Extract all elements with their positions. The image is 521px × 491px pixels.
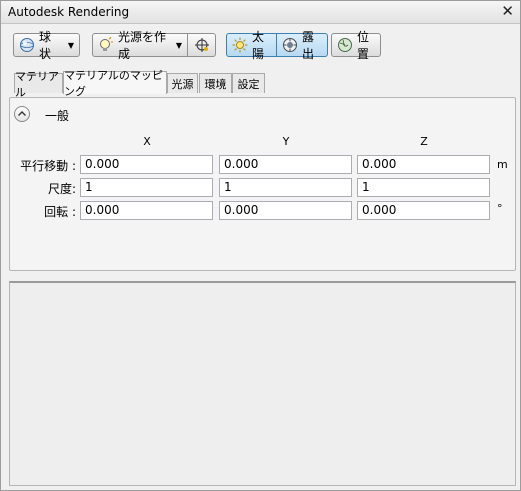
tab-materials[interactable]: マテリアル xyxy=(14,70,63,99)
exposure-icon xyxy=(282,37,298,53)
exposure-label: 露出 xyxy=(302,30,315,61)
row-label-cell: 尺度: xyxy=(10,179,76,198)
sphere-icon xyxy=(19,37,35,53)
crosshair-icon xyxy=(194,37,210,53)
scale-label: 尺度: xyxy=(47,182,76,196)
sun-label: 太陽 xyxy=(252,30,265,61)
tab-label: マテリアルのマッピング xyxy=(64,69,163,98)
tab-environment[interactable]: 環境 xyxy=(199,73,232,93)
location-button[interactable]: 位置 xyxy=(331,30,381,61)
tab-settings[interactable]: 設定 xyxy=(232,73,265,93)
scale-x-field[interactable]: 1 xyxy=(80,178,213,197)
rotation-unit: ° xyxy=(497,202,503,215)
rotation-y-field[interactable]: 0.000 xyxy=(219,201,352,220)
row-label-cell: 平行移動 : xyxy=(10,156,76,175)
close-icon[interactable]: ✕ xyxy=(501,3,514,19)
lower-empty-panel xyxy=(9,281,516,486)
tab-material-mapping[interactable]: マテリアルのマッピング xyxy=(63,69,167,98)
sun-icon xyxy=(232,37,248,53)
column-header-x: X xyxy=(143,135,151,148)
sphere-dropdown-button[interactable]: 球状 ▼ xyxy=(13,30,80,61)
tab-lights[interactable]: 光源 xyxy=(167,73,198,93)
column-header-y: Y xyxy=(282,135,290,148)
chevron-up-icon xyxy=(18,111,26,116)
column-header-z: Z xyxy=(420,135,428,148)
location-label: 位置 xyxy=(357,30,370,61)
row-label-cell: 回転 : xyxy=(10,202,76,221)
rotation-x-field[interactable]: 0.000 xyxy=(80,201,213,220)
translation-x-field[interactable]: 0.000 xyxy=(80,155,213,174)
light-bulb-icon xyxy=(98,36,114,53)
section-title: 一般 xyxy=(45,109,70,123)
sun-button[interactable]: 太陽 xyxy=(226,30,277,61)
rendering-window: Autodesk Rendering ✕ 球状 ▼ 光源を作成 ▼ 太陽 露出 … xyxy=(0,0,521,491)
tab-label: 光源 xyxy=(171,77,194,91)
chevron-down-icon: ▼ xyxy=(175,40,182,50)
tab-label: マテリアル xyxy=(15,69,59,99)
general-section-panel: 一般 X Y Z 平行移動 : 0.000 0.000 0.000 m 尺度: … xyxy=(9,97,516,271)
rotation-label: 回転 : xyxy=(44,205,76,219)
create-light-label: 光源を作成 xyxy=(118,30,167,61)
target-light-button[interactable] xyxy=(187,33,216,57)
globe-icon xyxy=(337,37,353,53)
window-title: Autodesk Rendering xyxy=(8,5,130,19)
translation-unit: m xyxy=(497,158,508,171)
create-light-button[interactable]: 光源を作成 ▼ xyxy=(92,30,188,61)
scale-y-field[interactable]: 1 xyxy=(219,178,352,197)
chevron-down-icon: ▼ xyxy=(67,40,74,50)
rotation-z-field[interactable]: 0.000 xyxy=(357,201,490,220)
title-bar[interactable]: Autodesk Rendering ✕ xyxy=(1,1,520,24)
scale-z-field[interactable]: 1 xyxy=(357,178,490,197)
tab-label: 設定 xyxy=(237,77,260,91)
sphere-label: 球状 xyxy=(39,30,52,61)
translation-y-field[interactable]: 0.000 xyxy=(219,155,352,174)
translation-z-field[interactable]: 0.000 xyxy=(357,155,490,174)
translation-label: 平行移動 : xyxy=(20,159,76,173)
exposure-button[interactable]: 露出 xyxy=(276,30,328,61)
collapse-button[interactable] xyxy=(14,106,30,122)
tab-label: 環境 xyxy=(204,77,227,91)
